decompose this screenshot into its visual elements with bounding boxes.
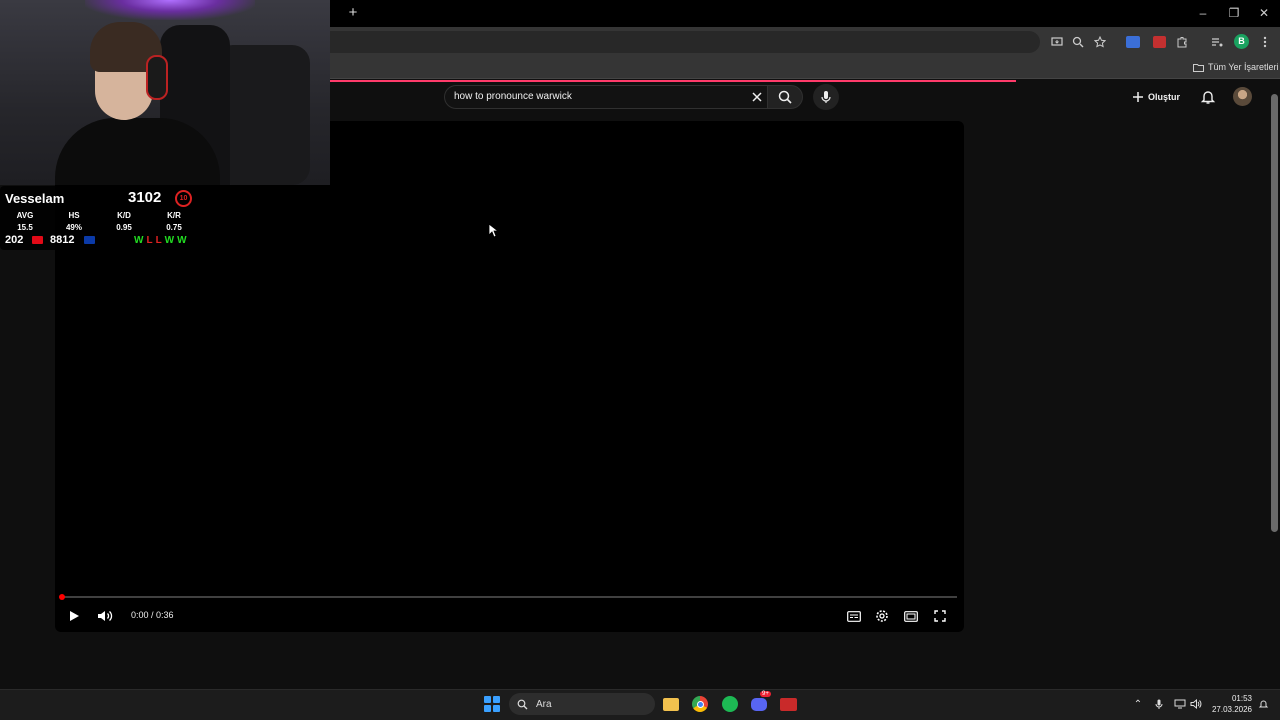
extension-icon[interactable] xyxy=(1150,33,1168,51)
obs-app-icon[interactable] xyxy=(778,694,798,714)
menu-kebab-icon[interactable] xyxy=(1256,33,1274,51)
search-icon xyxy=(778,90,792,104)
match-result: W xyxy=(134,235,144,246)
webcam-light xyxy=(85,0,255,20)
voice-search-button[interactable] xyxy=(813,84,839,110)
install-app-icon[interactable] xyxy=(1048,33,1066,51)
clock-time: 01:53 xyxy=(1231,694,1252,703)
media-controls-icon[interactable] xyxy=(1208,33,1226,51)
volume-icon[interactable] xyxy=(96,607,114,625)
zoom-icon[interactable] xyxy=(1069,33,1087,51)
tray-microphone-icon[interactable] xyxy=(1152,697,1166,711)
clock-date: 27.03.2026 xyxy=(1211,705,1252,714)
country-rank: 202 xyxy=(5,234,24,246)
restore-button[interactable]: ❐ xyxy=(1222,4,1246,22)
stat-label: AVG xyxy=(16,211,34,220)
extensions-puzzle-icon[interactable] xyxy=(1173,33,1191,51)
taskbar-search-placeholder: Ara xyxy=(536,698,552,710)
settings-gear-icon[interactable] xyxy=(873,607,891,625)
minimize-button[interactable]: – xyxy=(1191,4,1215,22)
create-button[interactable]: Oluştur xyxy=(1132,86,1188,108)
spotify-icon[interactable] xyxy=(720,694,740,714)
elo-value: 3102 xyxy=(128,189,162,206)
match-result: L xyxy=(146,235,153,246)
video-progress-bar[interactable] xyxy=(61,596,957,598)
new-tab-button[interactable]: + xyxy=(345,5,361,21)
tray-overflow-chevron-icon[interactable]: ⌃ xyxy=(1131,697,1145,711)
notification-center-icon[interactable] xyxy=(1256,697,1270,711)
stat-label: HS xyxy=(68,211,80,220)
subtitles-icon[interactable] xyxy=(845,607,863,625)
discord-icon[interactable]: 9+ xyxy=(749,691,771,714)
plus-icon xyxy=(1133,92,1143,102)
close-window-button[interactable]: ✕ xyxy=(1252,4,1276,22)
theater-mode-icon[interactable] xyxy=(902,607,920,625)
stat-value: 49% xyxy=(65,223,82,232)
folder-icon xyxy=(1193,63,1204,72)
system-clock[interactable]: 01:53 27.03.2026 xyxy=(1210,693,1252,715)
mouse-cursor-icon xyxy=(488,223,498,238)
webcam-headset xyxy=(146,55,168,100)
extension-icon[interactable] xyxy=(1124,33,1142,51)
profile-avatar[interactable]: B xyxy=(1234,34,1249,49)
page-load-progress xyxy=(330,80,1016,82)
search-query-text[interactable]: how to pronounce warwick xyxy=(454,91,572,102)
search-icon xyxy=(517,699,528,709)
turkey-flag-icon xyxy=(32,236,43,244)
clear-search-icon[interactable] xyxy=(749,89,765,105)
stat-value: 0.95 xyxy=(116,223,132,232)
video-scrubber-handle[interactable] xyxy=(59,594,65,600)
taskbar-search[interactable]: Ara xyxy=(509,693,655,715)
discord-badge: 9+ xyxy=(760,691,771,697)
notifications-bell-icon[interactable] xyxy=(1199,88,1217,106)
stat-value: 0.75 xyxy=(166,223,182,232)
region-rank: 8812 xyxy=(50,234,75,246)
match-result: L xyxy=(155,235,162,246)
search-button[interactable] xyxy=(767,85,803,109)
account-avatar[interactable] xyxy=(1233,87,1252,106)
level-badge: 10 xyxy=(175,190,192,207)
network-icon[interactable] xyxy=(1173,697,1187,711)
bookmark-star-icon[interactable] xyxy=(1091,33,1109,51)
fullscreen-icon[interactable] xyxy=(931,607,949,625)
all-bookmarks-button[interactable]: Tüm Yer İşaretleri xyxy=(1193,60,1279,74)
video-time: 0:00 / 0:36 xyxy=(131,610,174,620)
stat-label: K/R xyxy=(167,211,181,220)
match-result: W xyxy=(164,235,175,246)
eu-flag-icon xyxy=(84,236,95,244)
match-result: W xyxy=(177,235,187,246)
player-name: Vesselam xyxy=(5,191,65,206)
stat-value: 15.5 xyxy=(17,223,33,232)
chrome-icon[interactable] xyxy=(690,694,710,714)
play-icon[interactable] xyxy=(65,607,83,625)
scrollbar-thumb[interactable] xyxy=(1271,94,1278,532)
all-bookmarks-label: Tüm Yer İşaretleri xyxy=(1208,62,1279,72)
webcam-overlay xyxy=(0,0,330,185)
recent-results: WLLWW xyxy=(134,235,187,246)
windows-start-icon[interactable] xyxy=(484,696,500,712)
create-label: Oluştur xyxy=(1148,92,1181,102)
file-explorer-icon[interactable] xyxy=(661,694,681,714)
address-bar[interactable] xyxy=(300,31,1040,53)
stat-label: K/D xyxy=(117,211,131,220)
speaker-icon[interactable] xyxy=(1189,697,1203,711)
microphone-icon xyxy=(821,91,831,103)
